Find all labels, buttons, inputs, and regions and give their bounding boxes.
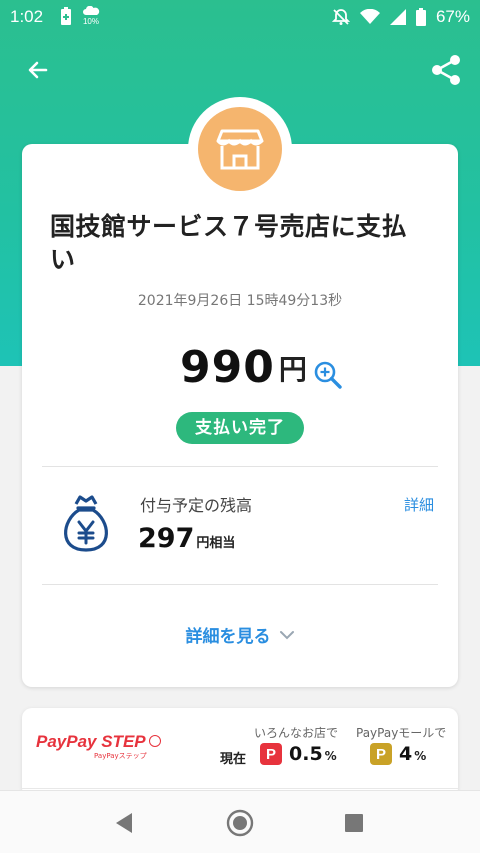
- mall-rate: P 4 %: [370, 743, 426, 765]
- weather-indicator: 10%: [82, 6, 100, 26]
- status-time: 1:02: [10, 7, 44, 26]
- nav-back-button[interactable]: [108, 807, 140, 839]
- cloud-rain-icon: [83, 6, 100, 15]
- divider: [22, 788, 458, 789]
- shop-badge: [188, 97, 292, 201]
- payment-amount-row: 990 円: [180, 342, 343, 394]
- chevron-down-icon: [279, 630, 294, 639]
- shops-column-header: いろんなお店で: [254, 726, 339, 740]
- weather-text: 10%: [82, 17, 99, 26]
- circle-home-icon: [226, 809, 254, 837]
- yen-coin-icon: [148, 735, 161, 747]
- divider: [42, 466, 438, 467]
- shops-rate-percent: %: [324, 749, 337, 763]
- mall-rate-percent: %: [414, 749, 427, 763]
- now-label: 現在: [220, 752, 247, 767]
- reward-label: 付与予定の残高: [140, 496, 253, 515]
- shop-icon-circle: [198, 107, 282, 191]
- signal-icon: [389, 9, 406, 25]
- nav-recents-button[interactable]: [338, 807, 370, 839]
- status-bar: 1:02 10% 67%: [0, 0, 480, 36]
- paypay-logo-icon: P: [260, 743, 282, 765]
- battery-saver-icon: [61, 7, 71, 25]
- divider: [42, 584, 438, 585]
- shops-rate: P 0.5 %: [260, 743, 337, 765]
- view-details-label: 詳細を見る: [185, 627, 271, 647]
- mall-column-header: PayPayモールで: [356, 726, 447, 740]
- arrow-left-icon: [28, 61, 48, 79]
- share-button[interactable]: [426, 50, 466, 90]
- zoom-button[interactable]: [313, 360, 343, 390]
- battery-percent: 67%: [435, 7, 470, 26]
- payment-status-badge: 支払い完了: [176, 412, 304, 444]
- reward-value-row: 297 円相当: [138, 524, 235, 554]
- view-details-link[interactable]: 詳細を見る: [0, 622, 480, 647]
- payment-amount: 990: [180, 342, 275, 393]
- currency-label: 円: [278, 353, 307, 386]
- battery-icon: [415, 8, 426, 26]
- reward-amount: 297: [138, 523, 195, 554]
- paypay-step-logo: PayPay STEP PayPayステップ: [36, 732, 161, 760]
- mall-rate-value: 4: [399, 743, 413, 765]
- storefront-icon: [216, 129, 264, 170]
- money-bag-icon: [58, 494, 114, 556]
- zoom-in-icon: [314, 361, 342, 389]
- merchant-name: 国技館サービス７号売店に支払い: [50, 212, 408, 274]
- paypay-mall-bag-icon: P: [370, 743, 392, 765]
- notifications-off-icon: [331, 9, 350, 25]
- wifi-icon: [359, 9, 380, 24]
- system-navigation-bar: [0, 790, 480, 853]
- square-recents-icon: [345, 814, 363, 832]
- step-brand: PayPay STEP: [36, 732, 146, 751]
- shops-rate-value: 0.5: [289, 743, 323, 765]
- reward-unit: 円相当: [196, 536, 236, 551]
- paypay-step-card[interactable]: PayPay STEP PayPayステップ いろんなお店で PayPayモール…: [22, 708, 458, 798]
- payment-datetime: 2021年9月26日 15時49分13秒: [137, 293, 343, 309]
- step-brand-sub: PayPayステップ: [94, 752, 147, 760]
- triangle-back-icon: [116, 813, 132, 833]
- share-icon: [432, 55, 460, 85]
- nav-home-button[interactable]: [224, 807, 256, 839]
- back-button[interactable]: [18, 50, 58, 90]
- reward-detail-link[interactable]: 詳細: [404, 494, 434, 515]
